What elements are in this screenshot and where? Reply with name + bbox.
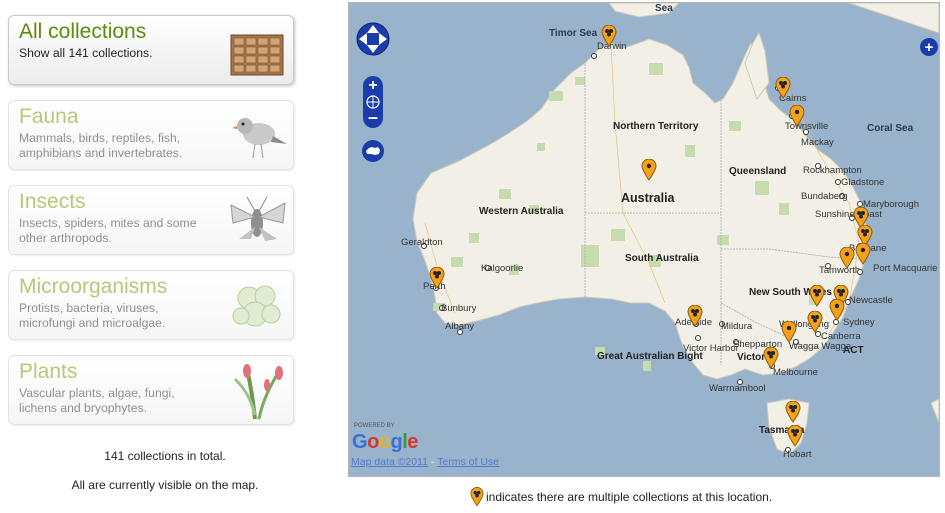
collections-map[interactable]: Timor Sea Sea Coral Sea Northern Territo… [348, 2, 940, 477]
svg-text:–: – [368, 107, 378, 127]
collection-card-plants[interactable]: Plants Vascular plants, algae, fungi, lic… [8, 355, 294, 425]
multi-collection-marker-1[interactable] [601, 25, 617, 47]
legend-note-text: indicates there are multiple collections… [486, 490, 773, 504]
legend-note: indicates there are multiple collections… [470, 486, 773, 507]
collection-description: Insects, spiders, mites and some other a… [19, 216, 197, 245]
map-attribution: Map data ©2011 - Terms of Use [351, 456, 500, 468]
multi-collection-marker-5[interactable] [429, 267, 445, 289]
city-label-bunbury: Bunbury [441, 303, 477, 314]
australia-reset-icon[interactable] [361, 139, 385, 163]
collection-card-microorganisms[interactable]: Microorganisms Protists, bacteria, viruse… [8, 270, 294, 340]
collection-description: Protists, bacteria, viruses, microfungi … [19, 301, 166, 330]
multi-collection-marker-13[interactable] [807, 311, 823, 333]
city-label-port-macquarie: Port Macquarie [873, 263, 938, 274]
multi-collection-marker-17[interactable] [785, 401, 801, 423]
drawers-cabinet-icon [230, 34, 284, 76]
city-label-gladstone: Gladstone [841, 177, 885, 188]
label-south-australia: South Australia [625, 253, 699, 264]
pan-control[interactable] [353, 13, 393, 65]
city-label-wagga-wagga: Wagga Wagga [789, 341, 852, 352]
collection-card-insects[interactable]: Insects Insects, spiders, mites and some … [8, 185, 294, 255]
multi-collection-marker-2[interactable] [775, 77, 791, 99]
collection-card-all-collections[interactable]: All collections Show all 141 collections. [8, 15, 294, 85]
label-western-australia: Western Australia [479, 206, 564, 217]
multi-collection-marker-15[interactable] [687, 305, 703, 327]
total-collections-text: 141 collections in total. [104, 449, 226, 463]
collection-title: Plants [19, 360, 78, 383]
collection-card-fauna[interactable]: Fauna Mammals, birds, reptiles, fish, amp… [8, 100, 294, 170]
collection-title: All collections [19, 20, 147, 43]
collection-title: Microorganisms [19, 275, 168, 298]
label-northern-territory: Northern Territory [613, 121, 699, 132]
collection-description: Vascular plants, algae, fungi, lichens a… [19, 386, 175, 415]
city-dot-victor-harbor [695, 335, 701, 341]
multi-collection-marker-18[interactable] [787, 425, 803, 447]
multi-collection-marker-16[interactable] [763, 347, 779, 369]
city-label-geraldton: Geraldton [401, 237, 443, 248]
spores-icon [232, 285, 281, 327]
collection-title: Insects [19, 190, 86, 213]
city-dot-darwin [591, 53, 597, 59]
label-queensland: Queensland [729, 166, 787, 177]
collection-marker-4[interactable] [641, 159, 657, 181]
city-label-newcastle: Newcastle [849, 295, 893, 306]
city-label-kalgoorlie: Kalgoorlie [481, 263, 524, 274]
collection-marker-8[interactable] [855, 243, 871, 265]
collection-title: Fauna [19, 105, 79, 128]
zoom-control[interactable]: + – [362, 75, 384, 129]
city-dot-port-macquarie [857, 269, 863, 275]
svg-text:+: + [368, 77, 377, 94]
label-coral-sea: Coral Sea [867, 123, 914, 134]
map-data-link[interactable]: Map data ©2011 [351, 456, 428, 468]
multi-collection-marker-10[interactable] [809, 285, 825, 307]
kangaroo-paw-icon [233, 364, 283, 420]
city-label-rockhampton: Rockhampton [803, 165, 862, 176]
city-label-sunshine-coast: Sunshine Coast [815, 209, 883, 220]
city-label-melbourne: Melbourne [773, 367, 818, 378]
collection-description: Show all 141 collections. [19, 46, 153, 60]
label-australia: Australia [621, 191, 675, 205]
city-label-bundaberg: Bundaberg [801, 191, 848, 202]
city-label-hobart: Hobart [783, 449, 812, 460]
city-dot-mackay [803, 129, 809, 135]
city-label-mackay: Mackay [801, 137, 834, 148]
terms-of-use-link[interactable]: Terms of Use [437, 456, 499, 468]
multi-collection-marker-icon [470, 486, 484, 507]
visible-collections-text: All are currently visible on the map. [71, 478, 259, 492]
collection-description: Mammals, birds, reptiles, fish, amphibia… [19, 131, 183, 160]
label-sea-top: Sea [655, 3, 673, 14]
label-timor-sea: Timor Sea [549, 28, 598, 39]
city-label-mildura: Mildura [721, 321, 753, 332]
collection-marker-12[interactable] [829, 299, 845, 321]
city-label-albany: Albany [445, 321, 475, 332]
svg-text:+: + [925, 39, 934, 56]
collection-marker-3[interactable] [789, 105, 805, 127]
google-logo: Google [352, 431, 418, 453]
city-label-warrnambool: Warrnambool [709, 383, 766, 394]
label-great-australian-bight: Great Australian Bight [597, 351, 703, 362]
city-label-victor-harbor: Victor Harbor [683, 343, 739, 354]
collection-marker-14[interactable] [781, 321, 797, 343]
bird-icon [232, 118, 287, 159]
expand-panel-icon[interactable]: + [919, 37, 939, 57]
city-label-sydney: Sydney [843, 317, 875, 328]
collection-marker-9[interactable] [839, 247, 855, 269]
moth-icon [230, 196, 286, 241]
powered-by-text: POWERED BY [354, 423, 395, 429]
